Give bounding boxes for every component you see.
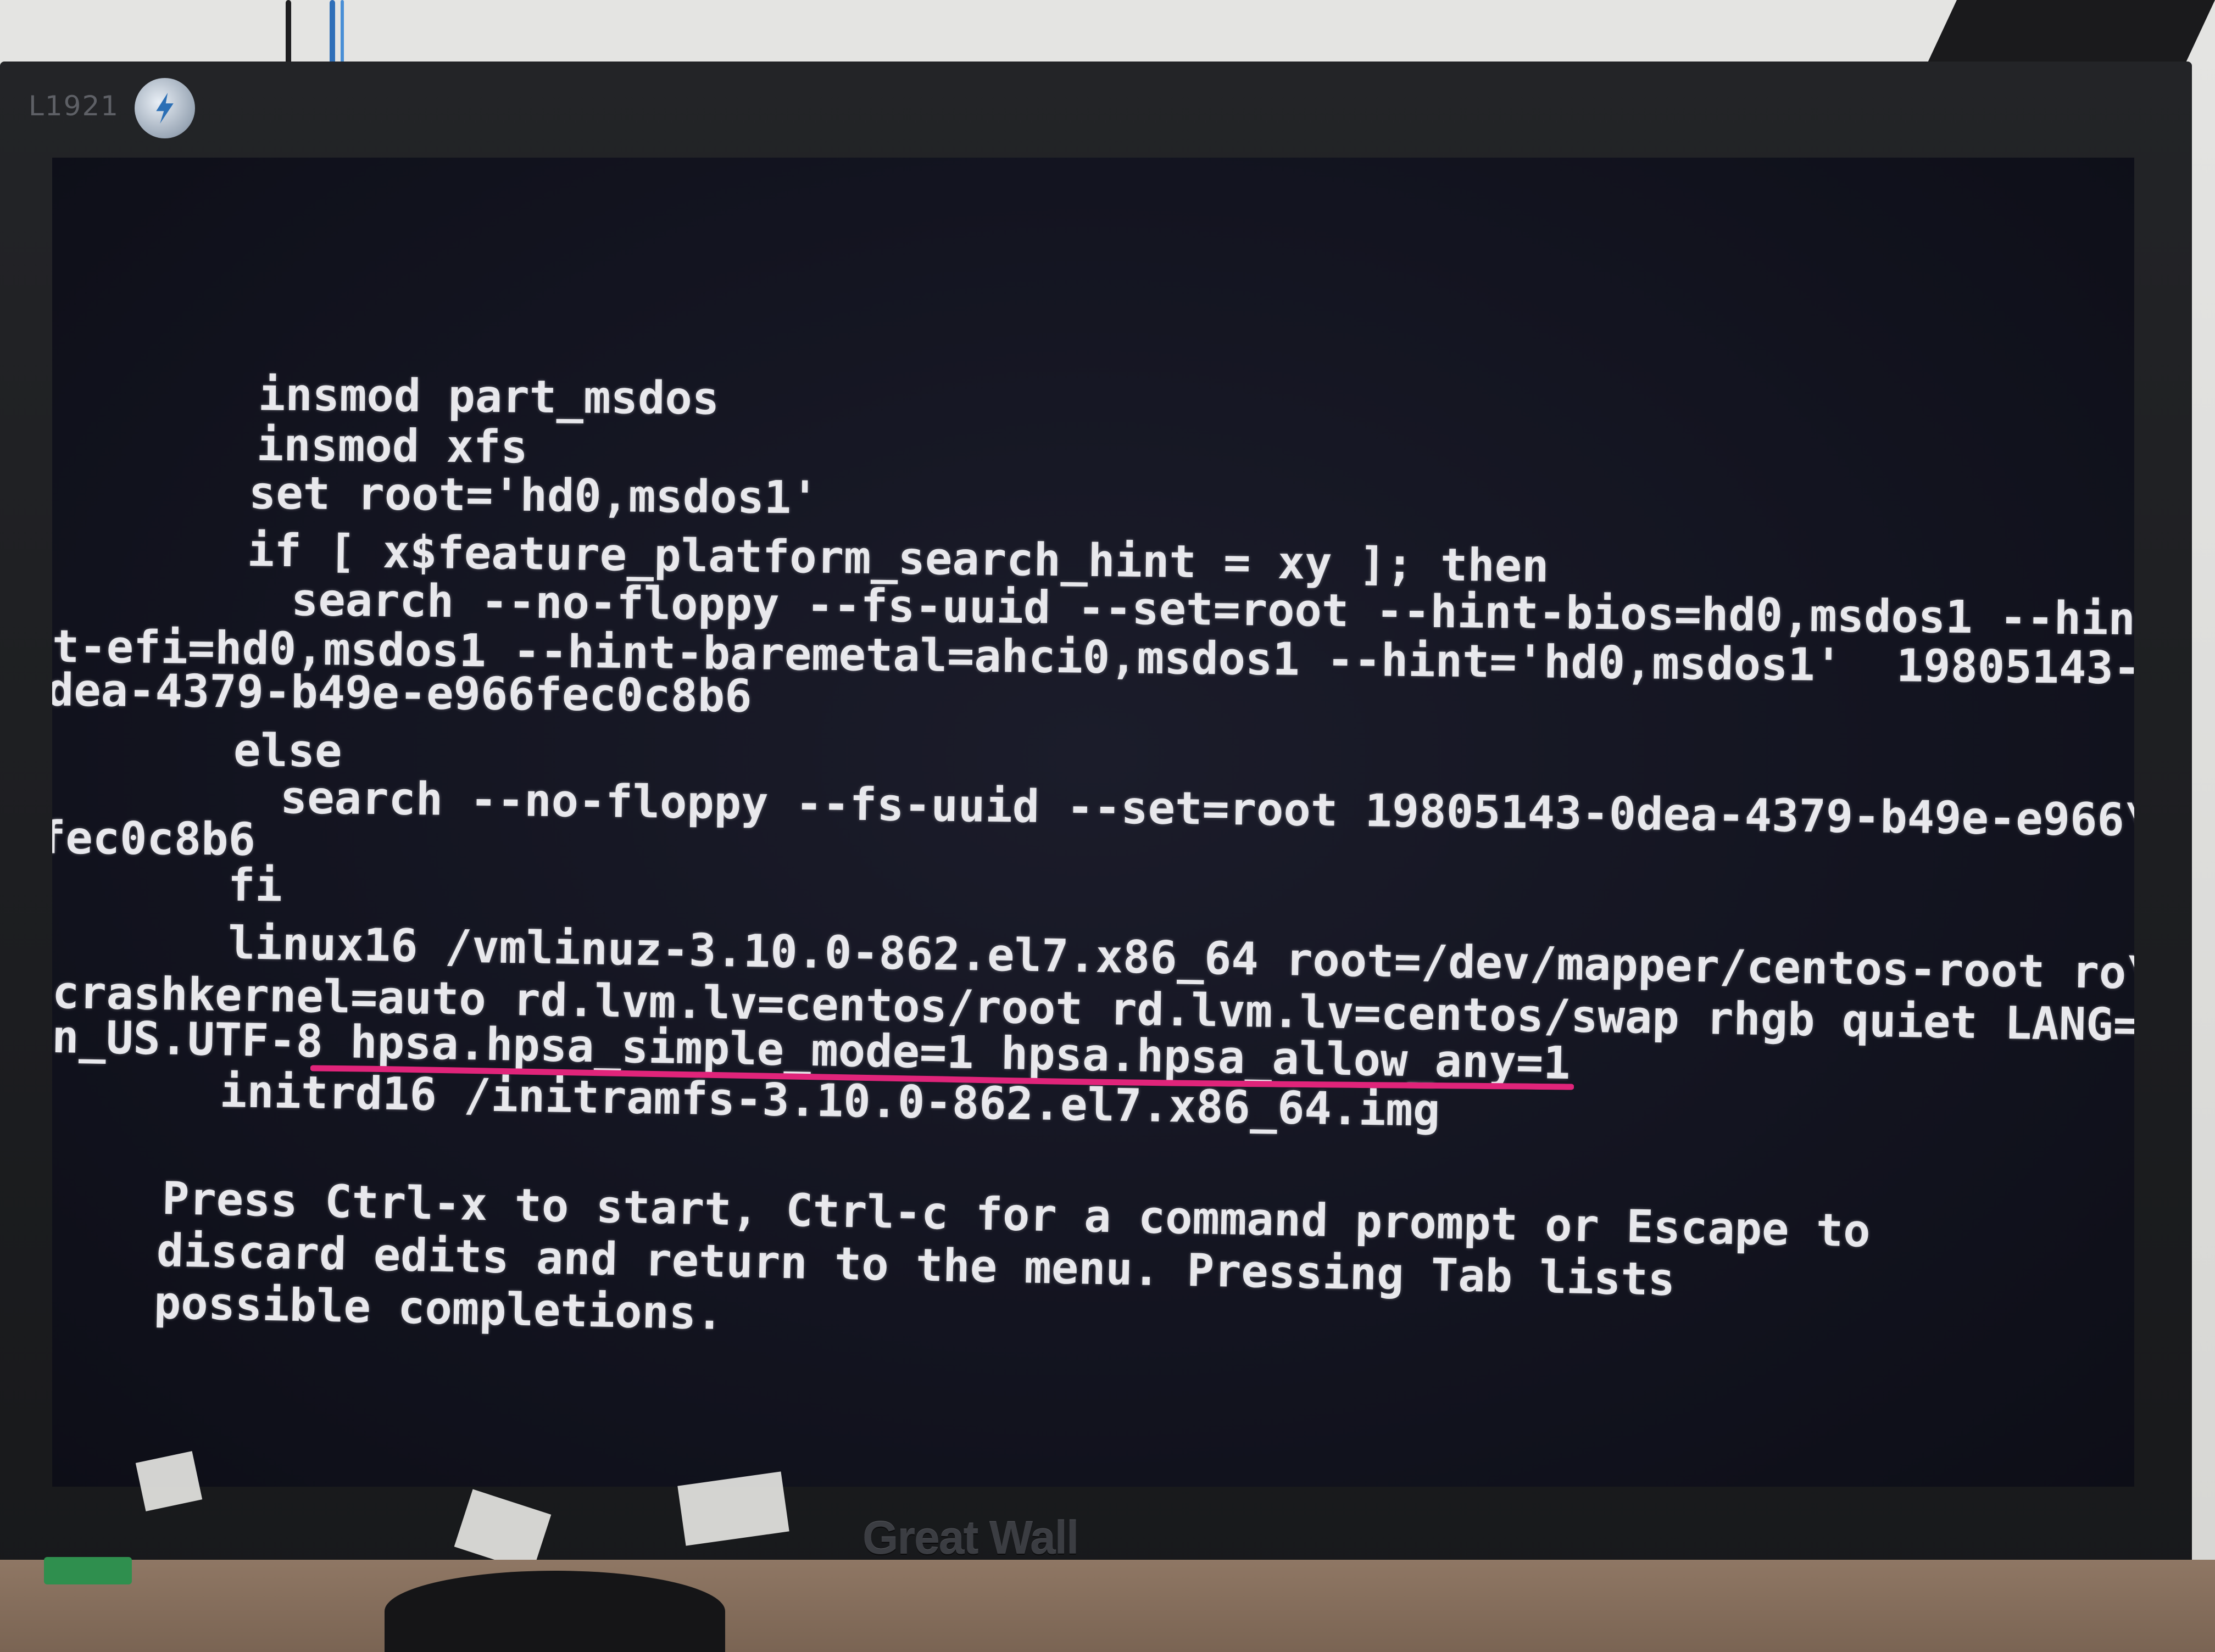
monitor-stand: [385, 1571, 725, 1652]
grub-line: insmod xfs: [256, 418, 528, 474]
grub-line: dea-4379-b49e-e966fec0c8b6: [52, 664, 752, 723]
grub-line: fec0c8b6: [52, 812, 256, 866]
lightning-badge-icon-shape: [156, 93, 174, 124]
monitor-bezel: L1921 insmod part_msdos insmod xfs set r…: [0, 62, 2192, 1626]
grub-line: set root='hd0,msdos1': [248, 467, 819, 524]
monitor-model-label: L1921: [29, 90, 120, 122]
green-connector: [44, 1557, 132, 1584]
grub-line: fi: [227, 859, 283, 912]
help-text-line: possible completions.: [153, 1277, 724, 1340]
lightning-badge-icon: [135, 78, 195, 138]
grub-line: insmod part_msdos: [258, 369, 720, 425]
desk-surface: [0, 1560, 2215, 1652]
grub-line: search --no-floppy --fs-uuid --set=root …: [280, 772, 2134, 847]
grub-edit-screen[interactable]: insmod part_msdos insmod xfs set root='h…: [52, 158, 2134, 1487]
grub-line: else: [233, 724, 342, 778]
photo-scene: L1921 insmod part_msdos insmod xfs set r…: [0, 0, 2215, 1652]
monitor-brand-logo: Great Wall: [862, 1512, 1079, 1564]
